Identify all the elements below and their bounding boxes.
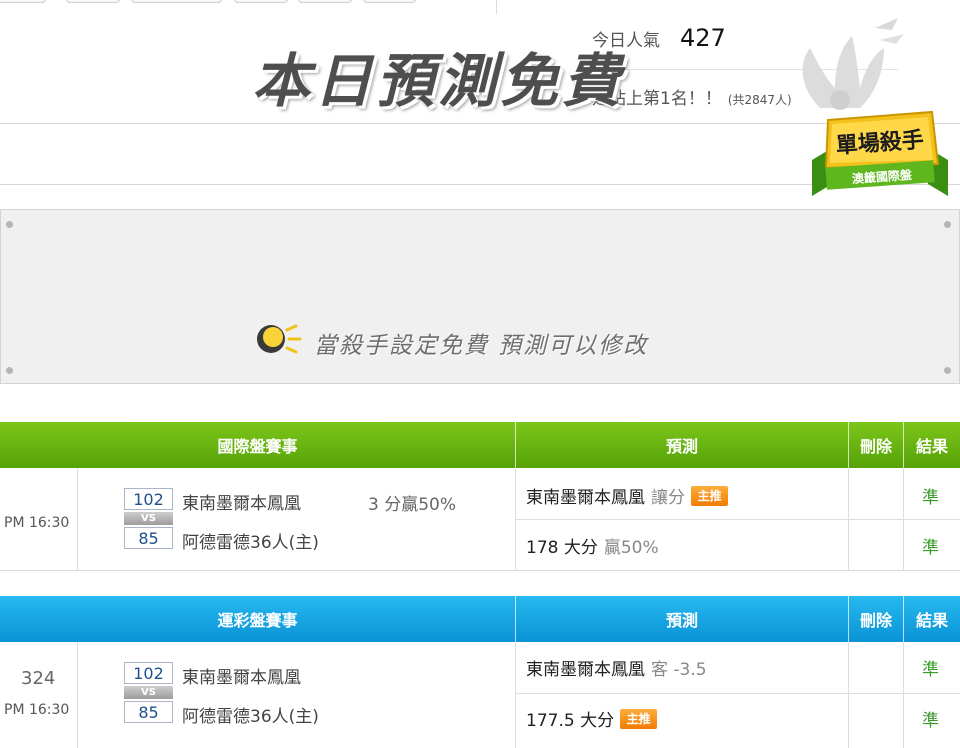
away-score: 102: [124, 488, 173, 510]
divider: [77, 642, 78, 748]
divider: [848, 642, 849, 748]
col-result: 結果: [915, 611, 948, 630]
game-time: PM 16:30: [4, 702, 70, 718]
prediction-row-1: 東南墨爾本鳳凰 讓分 主推: [526, 483, 728, 508]
sports-table-header: 運彩盤賽事 預測 刪除 結果: [0, 596, 960, 642]
result-mark: 準: [922, 711, 939, 731]
top-tab-1[interactable]: [0, 0, 46, 3]
intl-table-header: 國際盤賽事 預測 刪除 結果: [0, 422, 960, 468]
screw-icon: [6, 367, 13, 374]
top-tab-6[interactable]: [363, 0, 416, 3]
top-tab-2[interactable]: [66, 0, 120, 3]
home-team: 阿德雷德36人(主): [182, 707, 319, 727]
col-event: 國際盤賽事: [0, 422, 516, 468]
killer-badge-icon: 單場殺手 澳籤國際盤: [812, 110, 948, 196]
screw-icon: [944, 221, 951, 228]
main-pick-tag: 主推: [691, 485, 728, 506]
intl-table: 國際盤賽事 預測 刪除 結果 PM 16:30 102 VS 85 東南墨爾本鳳…: [0, 422, 960, 571]
divider: [903, 642, 904, 748]
away-team: 東南墨爾本鳳凰: [182, 668, 301, 688]
prediction-extra: 客 -3.5: [651, 660, 707, 680]
game-time: PM 16:30: [4, 515, 70, 531]
top-divider: [496, 0, 497, 14]
top-tab-4[interactable]: [234, 0, 288, 3]
col-result: 結果: [915, 437, 948, 456]
vs-label: VS: [124, 512, 173, 525]
result-mark: 準: [922, 538, 939, 558]
prediction-main: 178 大分: [526, 538, 598, 558]
away-team: 東南墨爾本鳳凰: [182, 494, 301, 514]
prediction-extra: 贏50%: [603, 538, 659, 558]
prediction-main: 東南墨爾本鳳凰: [526, 488, 645, 508]
prediction-main: 東南墨爾本鳳凰: [526, 660, 645, 680]
divider: [77, 468, 78, 570]
screw-icon: [6, 221, 13, 228]
top-tab-5[interactable]: [298, 0, 352, 3]
col-prediction: 預測: [516, 422, 849, 468]
main-pick-tag: 主推: [620, 708, 658, 729]
result-mark: 準: [922, 488, 939, 508]
prediction-row-1: 東南墨爾本鳳凰 客 -3.5: [526, 655, 707, 680]
col-event: 運彩盤賽事: [0, 596, 516, 642]
popularity-count: 427: [680, 24, 726, 52]
intl-table-body: PM 16:30 102 VS 85 東南墨爾本鳳凰 阿德雷德36人(主) 3 …: [0, 468, 960, 571]
banner-subtitle: 當殺手設定免費 預測可以修改: [314, 333, 649, 359]
divider: [516, 519, 960, 520]
vs-label: VS: [124, 686, 173, 699]
home-score: 85: [124, 701, 173, 723]
col-prediction: 預測: [516, 596, 849, 642]
prediction-main: 177.5 大分: [526, 711, 615, 731]
handicap-text: 3 分贏50%: [368, 495, 457, 515]
wings-decoration-icon: [802, 18, 904, 110]
sports-table-body: 324 PM 16:30 102 VS 85 東南墨爾本鳳凰 阿德雷德36人(主…: [0, 642, 960, 748]
banner-title: 本日預測免費: [252, 47, 625, 115]
divider: [515, 642, 516, 748]
prediction-row-2: 177.5 大分 主推: [526, 706, 658, 731]
prediction-extra: 讓分: [651, 488, 685, 508]
col-delete: 刪除: [849, 422, 904, 468]
top-tab-3[interactable]: [131, 0, 222, 3]
result-mark: 準: [922, 660, 939, 680]
prediction-row-2: 178 大分 贏50%: [526, 533, 659, 558]
col-delete: 刪除: [849, 596, 904, 642]
game-id: 324: [21, 668, 56, 689]
screw-icon: [944, 367, 951, 374]
lightbulb-icon: [257, 324, 302, 354]
away-score: 102: [124, 662, 173, 684]
home-score: 85: [124, 527, 173, 549]
sports-table: 運彩盤賽事 預測 刪除 結果 324 PM 16:30 102 VS 85 東南…: [0, 596, 960, 748]
divider: [516, 693, 960, 694]
home-team: 阿德雷德36人(主): [182, 533, 319, 553]
